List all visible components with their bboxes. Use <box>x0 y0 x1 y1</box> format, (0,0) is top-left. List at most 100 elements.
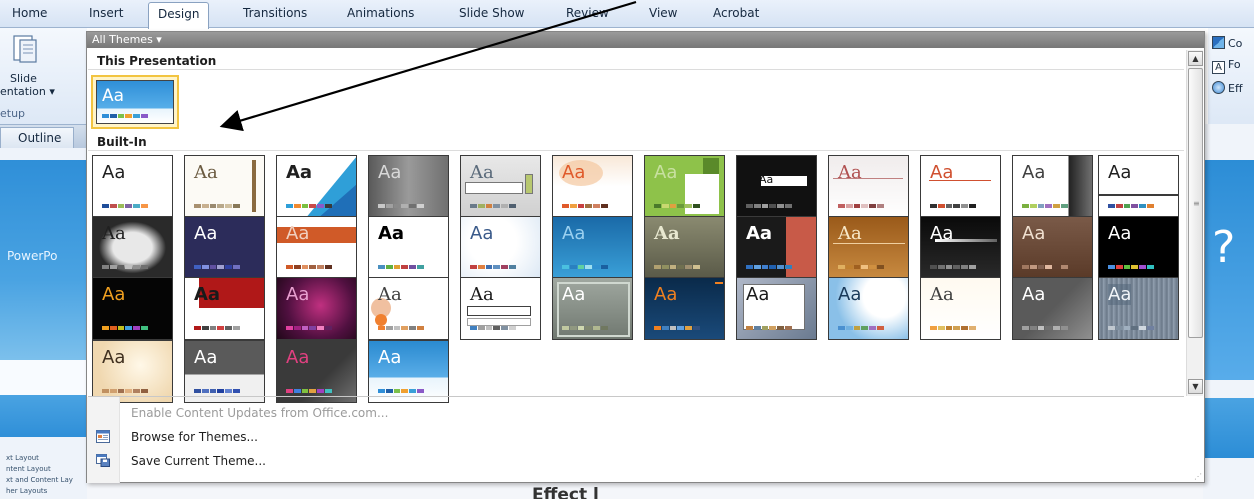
theme-thumbnail[interactable]: Aa <box>920 277 1001 340</box>
theme-color-swatch <box>194 265 240 269</box>
slide-thumbnail[interactable]: PowerPo <box>0 160 87 360</box>
page-setup-group-label: etup <box>0 107 26 120</box>
this-presentation-label: This Presentation <box>97 54 217 68</box>
layout-item[interactable]: xt and Content Lay <box>6 476 73 484</box>
theme-thumbnail[interactable]: Aa <box>92 155 173 218</box>
theme-thumbnail[interactable]: Aa <box>644 155 725 218</box>
browse-for-themes-item[interactable]: Browse for Themes... <box>131 430 258 444</box>
theme-thumbnail[interactable]: Aa <box>368 277 449 340</box>
theme-thumbnail[interactable]: Aa <box>644 216 725 279</box>
tab-animations[interactable]: Animations <box>347 6 414 20</box>
theme-color-swatch <box>838 326 884 330</box>
slide-orientation-label[interactable]: Slide <box>10 72 37 85</box>
tab-insert[interactable]: Insert <box>89 6 123 20</box>
theme-color-swatch <box>102 265 148 269</box>
theme-thumbnail[interactable]: Aa <box>184 216 265 279</box>
theme-thumbnail[interactable]: Aa <box>736 277 817 340</box>
slide-orientation-dropdown[interactable]: entation ▾ <box>0 85 55 98</box>
theme-thumbnail[interactable]: Aa <box>460 155 541 218</box>
theme-decoration <box>1099 194 1178 196</box>
theme-thumbnail[interactable]: Aa <box>184 155 265 218</box>
gallery-scrollbar[interactable]: ▲ ≡ ▼ <box>1186 50 1203 396</box>
layout-item[interactable]: her Layouts <box>6 487 47 495</box>
theme-sample-text: Aa <box>102 162 126 183</box>
theme-sample-text: Aa <box>102 223 126 244</box>
colors-button[interactable]: Co <box>1212 36 1242 50</box>
theme-thumbnail[interactable]: Aa <box>828 216 909 279</box>
tab-home[interactable]: Home <box>12 6 47 20</box>
theme-thumbnail[interactable]: Aa <box>828 277 909 340</box>
theme-thumbnail[interactable]: Aa <box>368 340 449 403</box>
theme-thumbnail[interactable]: Aa <box>552 277 633 340</box>
layout-item[interactable]: xt Layout <box>6 454 39 462</box>
theme-thumbnail-current[interactable]: Aa <box>96 80 174 124</box>
save-theme-icon <box>96 454 110 467</box>
all-themes-dropdown[interactable]: All Themes ▾ <box>92 33 162 46</box>
fonts-label: Fo <box>1228 58 1241 71</box>
theme-thumbnail[interactable]: Aa <box>1012 216 1093 279</box>
theme-sample-text: Aa <box>654 284 678 305</box>
theme-sample-text: Aa <box>378 223 405 244</box>
theme-thumbnail[interactable]: Aa <box>1012 277 1093 340</box>
theme-thumbnail[interactable]: Aa <box>184 340 265 403</box>
tab-view[interactable]: View <box>649 6 677 20</box>
theme-thumbnail[interactable]: Aa <box>184 277 265 340</box>
theme-color-swatch <box>1022 204 1068 208</box>
theme-thumbnail[interactable]: Aa <box>920 216 1001 279</box>
theme-thumbnail[interactable]: Aa <box>92 216 173 279</box>
slide-thumbnail-2[interactable] <box>0 395 87 437</box>
theme-color-swatch <box>102 114 148 118</box>
tab-outline[interactable]: Outline <box>0 127 74 149</box>
layout-item[interactable]: ntent Layout <box>6 465 51 473</box>
tab-transitions[interactable]: Transitions <box>243 6 307 20</box>
theme-thumbnail[interactable]: Aa <box>736 155 817 218</box>
theme-thumbnail[interactable]: Aa <box>644 277 725 340</box>
theme-thumbnail[interactable]: Aa <box>276 155 357 218</box>
theme-decoration <box>525 174 533 194</box>
theme-thumbnail[interactable]: Aa <box>460 216 541 279</box>
current-theme-highlight[interactable]: Aa <box>91 75 179 129</box>
tab-review[interactable]: Review <box>566 6 609 20</box>
tab-acrobat[interactable]: Acrobat <box>713 6 759 20</box>
theme-thumbnail[interactable]: Aa <box>92 340 173 403</box>
theme-sample-text: Aa <box>470 223 494 244</box>
all-themes-header[interactable]: All Themes ▾ <box>87 32 1204 48</box>
theme-thumbnail[interactable]: Aa <box>460 277 541 340</box>
theme-sample-text: Aa <box>286 223 310 244</box>
theme-thumbnail[interactable]: Aa <box>552 216 633 279</box>
theme-sample-text: Aa <box>746 223 773 244</box>
resize-grip-icon[interactable]: ⋰ <box>1194 472 1202 481</box>
save-current-theme-item[interactable]: Save Current Theme... <box>131 454 266 468</box>
theme-color-swatch <box>194 326 240 330</box>
fonts-icon: A <box>1212 61 1225 74</box>
theme-thumbnail[interactable]: Aa <box>92 277 173 340</box>
theme-thumbnail[interactable]: Aa <box>276 340 357 403</box>
tab-design[interactable]: Design <box>148 2 210 29</box>
theme-thumbnail[interactable]: Aa <box>1098 277 1179 340</box>
slide-canvas-bottom <box>87 483 1203 499</box>
scrollbar-thumb[interactable]: ≡ <box>1188 68 1203 338</box>
scroll-down-icon[interactable]: ▼ <box>1188 379 1203 394</box>
effects-button[interactable]: Eff <box>1212 81 1243 95</box>
theme-thumbnail[interactable]: Aa <box>276 277 357 340</box>
theme-thumbnail[interactable]: Aa <box>736 216 817 279</box>
theme-thumbnail[interactable]: Aa <box>920 155 1001 218</box>
theme-color-swatch <box>930 204 976 208</box>
slide-orientation-icon[interactable] <box>12 34 38 64</box>
theme-thumbnail[interactable]: Aa <box>1098 155 1179 218</box>
slide-canvas-blue-2 <box>1203 398 1254 458</box>
theme-thumbnail[interactable]: Aa <box>1012 155 1093 218</box>
tab-slide-show[interactable]: Slide Show <box>459 6 524 20</box>
theme-color-swatch <box>654 204 700 208</box>
theme-decoration <box>685 174 719 214</box>
theme-thumbnail[interactable]: Aa <box>368 216 449 279</box>
theme-thumbnail[interactable]: Aa <box>276 216 357 279</box>
theme-decoration <box>252 160 256 212</box>
fonts-button[interactable]: A Fo <box>1212 58 1241 74</box>
section-divider <box>88 69 1184 70</box>
theme-thumbnail[interactable]: Aa <box>828 155 909 218</box>
theme-thumbnail[interactable]: Aa <box>368 155 449 218</box>
theme-thumbnail[interactable]: Aa <box>552 155 633 218</box>
theme-thumbnail[interactable]: Aa <box>1098 216 1179 279</box>
scroll-up-icon[interactable]: ▲ <box>1188 51 1203 66</box>
